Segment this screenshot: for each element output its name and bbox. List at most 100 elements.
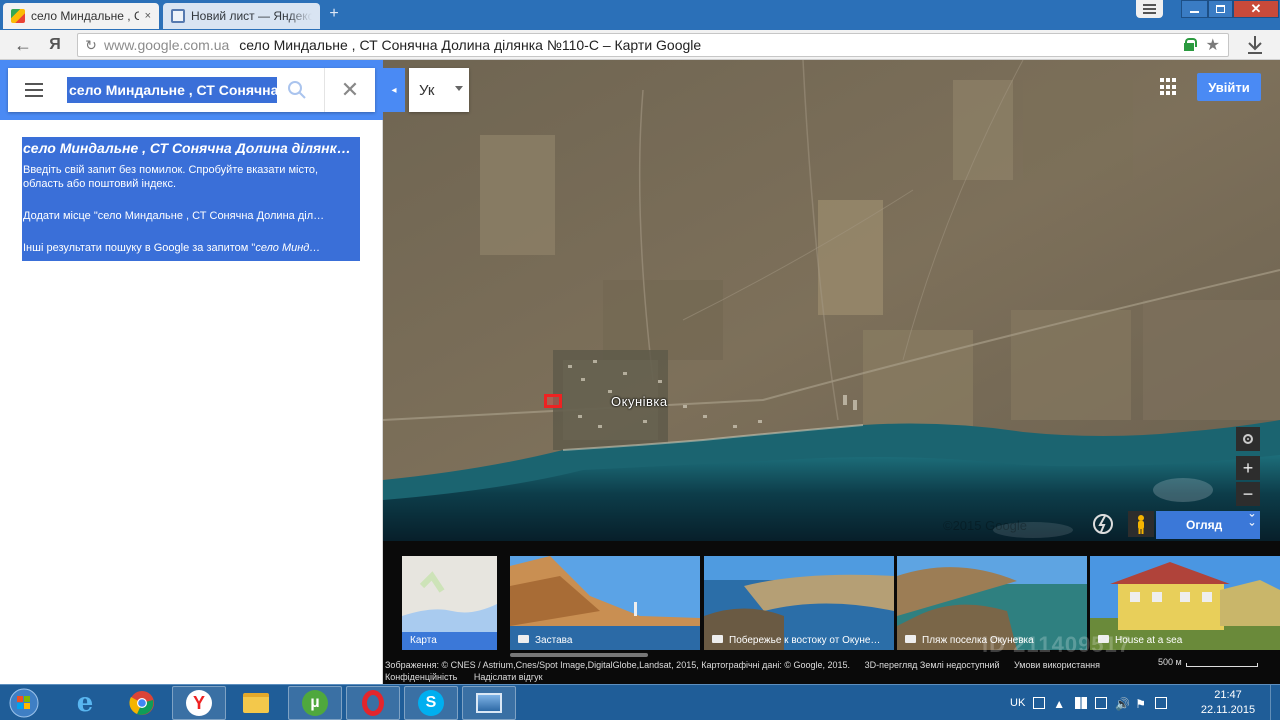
other-results-query: село Минд…	[255, 242, 321, 254]
windows-logo-icon	[9, 688, 39, 718]
filmstrip-photo-zastava[interactable]: Застава	[510, 556, 700, 650]
yandex-button[interactable]: Я	[44, 34, 66, 56]
menu-icon[interactable]	[8, 68, 60, 112]
earth-3d-icon[interactable]	[1091, 512, 1115, 536]
camera-icon	[712, 635, 723, 643]
yandex-icon: Я	[49, 36, 61, 53]
search-input[interactable]: село Миндальне , СТ Сонячна Долина ділян…	[67, 77, 277, 103]
thumb-caption-text: Побережье к востоку от Окуне…	[729, 635, 881, 646]
clock-time: 21:47	[1214, 689, 1242, 701]
taskbar-photo-viewer[interactable]	[462, 686, 516, 720]
volume-icon[interactable]: 🔊	[1115, 697, 1130, 711]
location-marker[interactable]	[544, 394, 562, 408]
search-header: село Миндальне , СТ Сонячна Долина ділян…	[0, 60, 383, 120]
arrow-left-icon: ←	[14, 35, 32, 55]
thumb-caption: Застава	[510, 632, 700, 650]
clock[interactable]: 21:47 22.11.2015	[1199, 688, 1257, 718]
map-scale: 500 м	[1158, 657, 1258, 667]
mail-favicon-icon	[171, 9, 185, 23]
keyboard-language[interactable]: UK	[1010, 697, 1025, 709]
zoom-in-button[interactable]: +	[1236, 456, 1260, 480]
tab-title: село Миндальне , СТ	[31, 9, 139, 23]
tab-strip: село Миндальне , СТ × Новий лист — Яндек…	[0, 0, 1280, 30]
back-button[interactable]: ←	[12, 34, 34, 56]
internet-explorer-icon: e	[76, 688, 94, 718]
tab-google-maps[interactable]: село Миндальне , СТ ×	[3, 3, 159, 29]
network-icon[interactable]	[1095, 697, 1108, 709]
system-tray: UK ▲ 🔊 ⚑	[1010, 685, 1168, 720]
taskbar-utorrent[interactable]: µ	[288, 686, 342, 720]
thumb-caption: Карта	[402, 632, 497, 650]
clear-search-button[interactable]: ✕	[324, 68, 375, 112]
bookmark-star-icon[interactable]: ★	[1206, 35, 1220, 55]
camera-icon	[905, 635, 916, 643]
battery-icon[interactable]	[1155, 697, 1168, 709]
address-bar[interactable]: ↻ www.google.com.ua село Миндальне , СТ …	[77, 33, 1229, 57]
sign-in-button[interactable]: Увійти	[1197, 73, 1261, 101]
chevron-left-icon: ◂	[391, 84, 397, 96]
taskbar-explorer[interactable]	[229, 686, 283, 720]
download-icon[interactable]	[1244, 33, 1266, 57]
yandex-browser-icon: Y	[186, 690, 212, 716]
satellite-imagery	[383, 60, 1280, 541]
browser-toolbar: ← Я ↻ www.google.com.ua село Миндальне ,…	[0, 30, 1280, 60]
minimize-button[interactable]	[1181, 0, 1208, 18]
taskbar-internet-explorer[interactable]: e	[58, 686, 112, 720]
other-results-link[interactable]: Інші результати пошуку в Google за запит…	[23, 241, 358, 255]
show-desktop-button[interactable]	[1270, 685, 1280, 720]
add-place-link[interactable]: Додати місце "село Миндальне , СТ Сонячн…	[23, 209, 358, 223]
scale-label: 500 м	[1158, 657, 1182, 667]
minimize-icon	[1190, 11, 1199, 13]
clock-date: 22.11.2015	[1200, 704, 1256, 716]
feedback-link[interactable]: Надіслати відгук	[474, 672, 543, 682]
search-icon[interactable]	[285, 78, 309, 102]
windows-taskbar: e Y µ S UK ▲ 🔊 ⚑ 21:47 22.11.2015	[0, 684, 1280, 720]
map-attribution: Зображення: © CNES / Astrium,Cnes/Spot I…	[385, 659, 1280, 684]
zoom-out-button[interactable]: −	[1236, 482, 1260, 506]
overview-button[interactable]: Огляд ˇˇ	[1156, 511, 1260, 539]
utorrent-icon: µ	[302, 690, 328, 716]
target-icon	[1243, 434, 1253, 444]
maximize-button[interactable]	[1208, 0, 1233, 18]
close-window-button[interactable]: ✕	[1233, 0, 1279, 18]
search-results: село Миндальне , СТ Сонячна Долина ділян…	[22, 137, 360, 261]
close-icon: ✕	[1250, 1, 1262, 16]
tab-yandex-mail[interactable]: Новий лист — Яндекс	[163, 3, 320, 29]
terms-link[interactable]: Умови використання	[1014, 660, 1100, 670]
language-select[interactable]: Ук	[409, 68, 469, 112]
filmstrip-photo-coast-east[interactable]: Побережье к востоку от Окуне…	[704, 556, 894, 650]
action-center-flag-icon[interactable]: ⚑	[1135, 697, 1147, 711]
chevron-double-down-icon: ˇˇ	[1249, 512, 1254, 536]
reload-icon[interactable]: ↻	[78, 37, 104, 54]
start-button[interactable]	[4, 685, 44, 720]
search-box: село Миндальне , СТ Сонячна Долина ділян…	[8, 68, 375, 112]
browser-menu-icon[interactable]	[1136, 0, 1163, 18]
filmstrip-scrollbar[interactable]	[510, 653, 648, 657]
language-value: Ук	[419, 81, 435, 99]
taskbar-opera[interactable]	[346, 686, 400, 720]
photo-viewer-icon	[476, 693, 502, 713]
privacy-link[interactable]: Конфіденційність	[385, 672, 457, 682]
filmstrip-map-thumb[interactable]: Карта	[402, 556, 497, 650]
skype-icon: S	[418, 690, 444, 716]
satellite-map[interactable]	[383, 60, 1280, 541]
google-maps-favicon-icon	[11, 9, 25, 23]
new-tab-button[interactable]: +	[325, 6, 343, 22]
keyboard-icon[interactable]	[1033, 697, 1046, 709]
apps-grid-icon[interactable]	[1160, 78, 1178, 96]
close-icon: ✕	[340, 77, 360, 102]
tab-close-icon[interactable]: ×	[145, 10, 151, 22]
windows-flag-icon[interactable]	[1075, 697, 1088, 709]
pegman-icon[interactable]	[1128, 511, 1154, 537]
camera-icon	[518, 635, 529, 643]
taskbar-yandex[interactable]: Y	[172, 686, 226, 720]
taskbar-skype[interactable]: S	[404, 686, 458, 720]
thumb-caption: Побережье к востоку от Окуне…	[704, 632, 894, 650]
tray-overflow-icon[interactable]: ▲	[1053, 697, 1067, 711]
taskbar-chrome[interactable]	[115, 686, 169, 720]
my-location-button[interactable]	[1236, 427, 1260, 451]
opera-icon	[362, 690, 384, 716]
chevron-down-icon	[455, 86, 463, 91]
lock-icon	[1184, 38, 1197, 51]
collapse-panel-button[interactable]: ◂	[383, 68, 405, 112]
